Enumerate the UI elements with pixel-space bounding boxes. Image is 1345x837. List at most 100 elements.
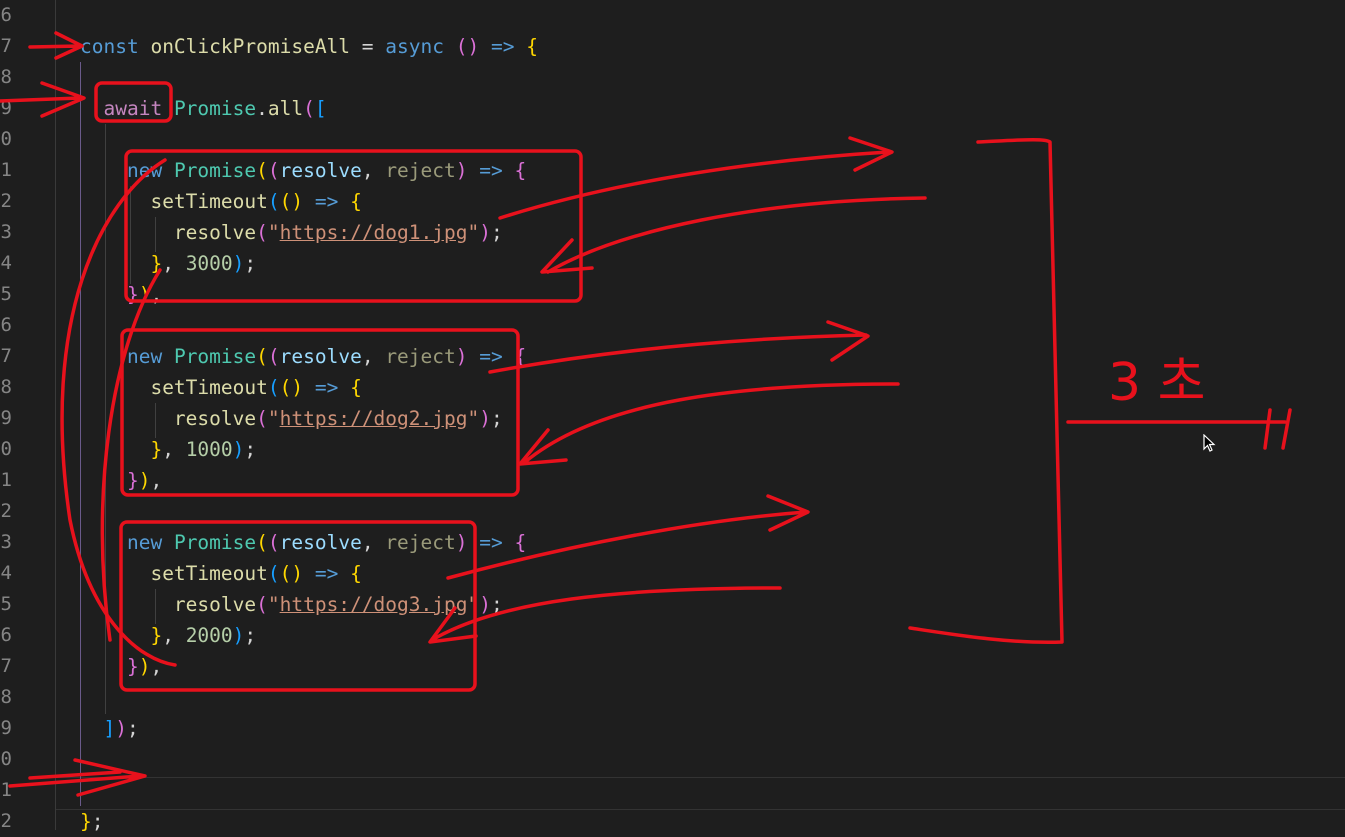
- code-token: ): [232, 438, 245, 461]
- code-token: (): [279, 562, 304, 585]
- code-line[interactable]: await Promise.all([: [80, 93, 327, 124]
- code-token: (: [256, 159, 268, 182]
- code-line[interactable]: resolve("https://dog3.jpg");: [80, 589, 503, 620]
- code-line[interactable]: };: [80, 806, 104, 837]
- code-token: .: [256, 97, 268, 120]
- code-line[interactable]: }),: [80, 651, 162, 682]
- code-line[interactable]: new Promise((resolve, reject) => {: [80, 341, 526, 372]
- code-token: Promise: [173, 345, 257, 368]
- code-token: (: [303, 97, 315, 120]
- code-token: const: [80, 35, 139, 58]
- code-line[interactable]: setTimeout(() => {: [80, 186, 361, 217]
- code-token: ,: [361, 345, 386, 368]
- code-token: =>: [490, 35, 515, 58]
- code-token: (: [267, 562, 280, 585]
- code-line[interactable]: new Promise((resolve, reject) => {: [80, 527, 526, 558]
- code-token: =>: [479, 159, 503, 182]
- code-line[interactable]: }),: [80, 279, 162, 310]
- code-token: setTimeout: [150, 562, 268, 585]
- line-number: 8: [0, 686, 12, 708]
- line-number: 4: [0, 562, 12, 584]
- code-line[interactable]: }, 2000);: [80, 620, 256, 651]
- code-line[interactable]: const onClickPromiseAll = async () => {: [80, 31, 538, 62]
- line-number: 9: [0, 97, 12, 119]
- code-token: (): [455, 35, 480, 58]
- code-token: ): [479, 593, 491, 616]
- code-token: (: [256, 531, 268, 554]
- line-number: 7: [0, 35, 12, 57]
- code-token: resolve: [279, 159, 362, 182]
- code-token: Promise: [173, 531, 257, 554]
- code-line[interactable]: }, 1000);: [80, 434, 256, 465]
- code-token: resolve: [173, 221, 257, 244]
- code-line[interactable]: setTimeout(() => {: [80, 372, 362, 403]
- code-token: (): [279, 376, 304, 399]
- code-token: }: [150, 438, 163, 461]
- code-token: (: [256, 593, 268, 616]
- code-line[interactable]: setTimeout(() => {: [80, 558, 362, 589]
- code-token: 2000: [185, 624, 233, 647]
- code-token: ;: [490, 407, 503, 430]
- code-token: ": [467, 407, 480, 430]
- code-token: ;: [490, 221, 503, 244]
- code-token: new: [126, 345, 163, 368]
- code-line[interactable]: new Promise((resolve, reject) => {: [80, 155, 526, 186]
- line-number: 2: [0, 810, 12, 832]
- code-token: ;: [244, 438, 257, 461]
- code-token: reject: [385, 159, 456, 182]
- code-token: (: [256, 345, 268, 368]
- code-line[interactable]: }, 3000);: [80, 248, 256, 279]
- code-token: onClickPromiseAll: [150, 35, 351, 58]
- code-token: ": [267, 593, 280, 616]
- line-number-gutter: 6 7 8 9 0 1 2 3 4 5 6 7 8 9 0 1 2 3 4 5 6 7 8 9 0 1 2: [0, 0, 56, 832]
- code-token: =>: [314, 190, 339, 213]
- code-token: reject: [385, 345, 456, 368]
- code-token: (: [267, 345, 280, 368]
- code-token: (: [267, 531, 280, 554]
- code-token: {: [350, 562, 362, 585]
- code-token: {: [526, 35, 538, 58]
- code-token: 1000: [185, 438, 233, 461]
- code-token: ;: [244, 624, 257, 647]
- code-line[interactable]: ]);: [80, 713, 138, 744]
- current-line-highlight: [56, 777, 1345, 810]
- mouse-pointer-icon: [1203, 434, 1216, 452]
- code-token: [: [314, 97, 327, 120]
- code-token: await: [103, 97, 163, 120]
- code-token: ;: [244, 252, 257, 275]
- line-number: 3: [0, 531, 12, 553]
- code-token: ): [115, 717, 127, 740]
- line-number: 4: [0, 252, 12, 274]
- line-number: 2: [0, 190, 12, 212]
- code-token: {: [514, 159, 527, 182]
- code-token: ]: [103, 717, 116, 740]
- code-token: ): [138, 469, 151, 492]
- code-token: ": [267, 221, 280, 244]
- code-token: }: [126, 283, 139, 306]
- code-token: Promise: [173, 159, 257, 182]
- code-token: =>: [479, 531, 503, 554]
- code-token: https://dog1.jpg: [279, 221, 468, 244]
- code-line[interactable]: }),: [80, 465, 162, 496]
- line-number: 7: [0, 655, 12, 677]
- code-line[interactable]: resolve("https://dog1.jpg");: [80, 217, 503, 248]
- code-token: ,: [162, 624, 186, 647]
- code-token: async: [385, 35, 444, 58]
- line-number: 9: [0, 407, 12, 429]
- code-token: ): [455, 531, 468, 554]
- code-token: {: [350, 376, 362, 399]
- code-line[interactable]: resolve("https://dog2.jpg");: [80, 403, 503, 434]
- code-editor[interactable]: 6 7 8 9 0 1 2 3 4 5 6 7 8 9 0 1 2 3 4 5 6 7 8 9 0 1 2 const onClic…: [0, 0, 1345, 833]
- code-token: ): [479, 221, 491, 244]
